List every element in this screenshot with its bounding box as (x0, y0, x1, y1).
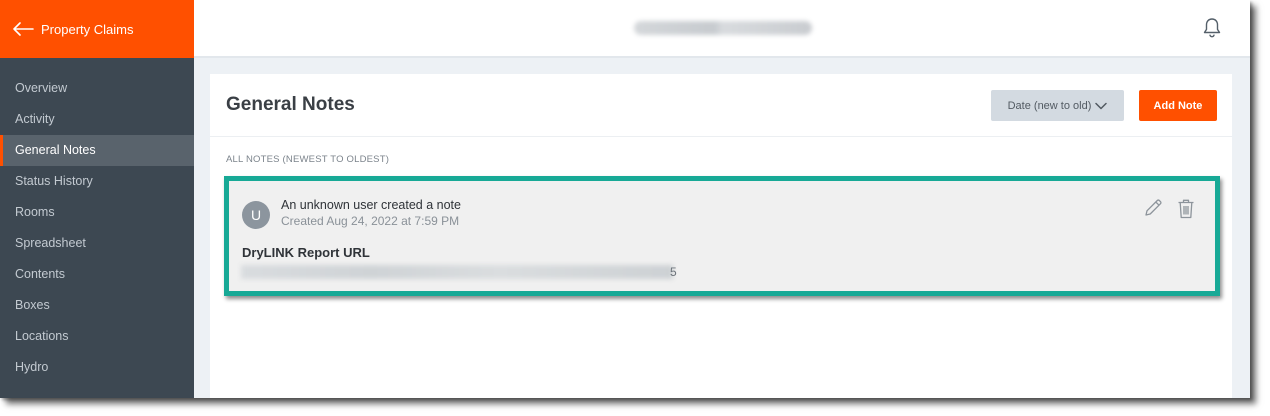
note-url-redacted[interactable] (241, 265, 673, 279)
notes-panel-header: General Notes Date (new to old) Add Note (210, 74, 1232, 137)
sidebar-item-status-history[interactable]: Status History (0, 166, 194, 197)
page-title: General Notes (226, 94, 355, 115)
note-author-text: An unknown user created a note (281, 198, 461, 212)
trash-icon[interactable] (1177, 198, 1195, 219)
avatar: U (242, 201, 270, 229)
back-to-property-claims[interactable]: Property Claims (0, 0, 194, 58)
sidebar-header-label: Property Claims (41, 21, 134, 37)
sidebar-item-contents[interactable]: Contents (0, 259, 194, 290)
note-url-tail: 5 (670, 265, 677, 279)
sidebar: Property Claims Overview Activity Genera… (0, 0, 194, 398)
claim-title-redacted (634, 21, 812, 35)
sidebar-item-locations[interactable]: Locations (0, 321, 194, 352)
note-highlight-frame: U An unknown user created a note Created… (224, 176, 1220, 296)
notes-panel: General Notes Date (new to old) Add Note… (210, 74, 1232, 398)
pencil-icon[interactable] (1143, 198, 1163, 218)
sidebar-item-spreadsheet[interactable]: Spreadsheet (0, 228, 194, 259)
add-note-button[interactable]: Add Note (1139, 90, 1217, 121)
sidebar-item-general-notes[interactable]: General Notes (0, 135, 194, 166)
sort-dropdown[interactable]: Date (new to old) (991, 90, 1124, 121)
chevron-down-icon (1095, 102, 1108, 109)
note-card: U An unknown user created a note Created… (229, 181, 1215, 291)
notes-section-label: ALL NOTES (NEWEST TO OLDEST) (226, 154, 390, 165)
note-title: DryLINK Report URL (242, 245, 370, 260)
arrow-left-icon (13, 22, 34, 36)
bell-icon[interactable] (1202, 17, 1222, 39)
top-bar (194, 0, 1250, 58)
sidebar-item-overview[interactable]: Overview (0, 73, 194, 104)
note-created-date: Created Aug 24, 2022 at 7:59 PM (281, 214, 460, 228)
sidebar-item-rooms[interactable]: Rooms (0, 197, 194, 228)
sort-dropdown-label: Date (new to old) (1007, 99, 1092, 112)
app-window: Property Claims Overview Activity Genera… (0, 0, 1250, 398)
sidebar-item-activity[interactable]: Activity (0, 104, 194, 135)
sidebar-item-boxes[interactable]: Boxes (0, 290, 194, 321)
sidebar-nav: Overview Activity General Notes Status H… (0, 73, 194, 383)
sidebar-item-hydro[interactable]: Hydro (0, 352, 194, 383)
